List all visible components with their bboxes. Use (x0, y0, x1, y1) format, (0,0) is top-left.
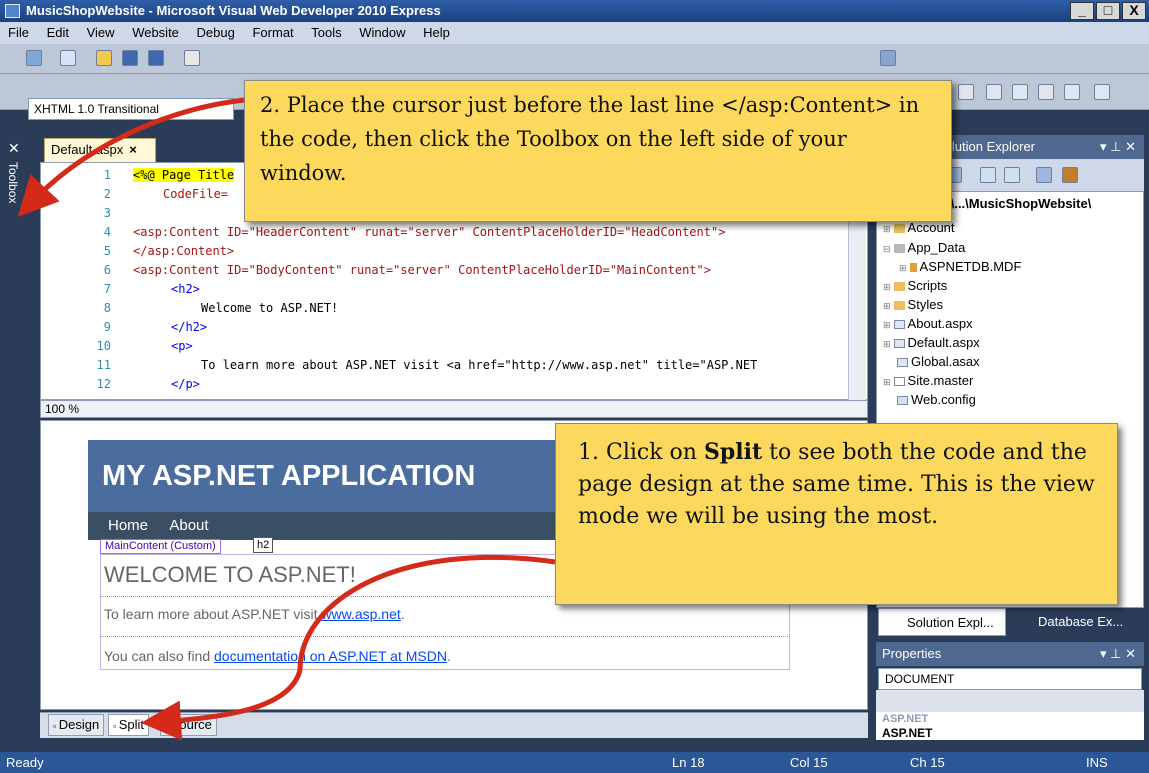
arrow-to-split (141, 554, 556, 741)
annotation-arrows (17, 97, 556, 741)
arrow-to-toolbox (17, 97, 245, 217)
